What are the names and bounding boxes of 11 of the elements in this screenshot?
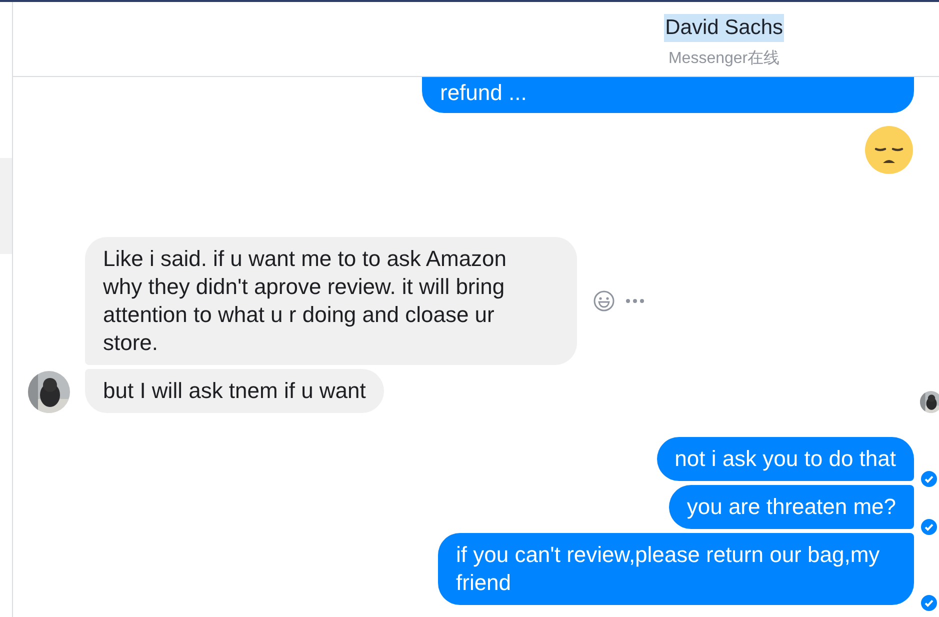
contact-name: David Sachs xyxy=(664,14,784,42)
message-bubble: refund ... xyxy=(422,77,914,113)
message-bubble: Like i said. if u want me to to ask Amazon why they didn't aprove review. it will bring attention to what u r doing and cloase ur store. xyxy=(85,237,577,365)
message-bubble: you are threaten me? xyxy=(668,485,914,529)
sad-face-icon xyxy=(864,125,914,175)
more-icon[interactable] xyxy=(625,297,645,305)
message-bubble: but I will ask tnem if u want xyxy=(85,369,384,413)
status-text: Messenger在线 xyxy=(668,48,780,69)
message-bubble: if you can't review,please return our bag,my friend xyxy=(438,533,914,605)
message-bubble: not i ask you to do that xyxy=(656,437,914,481)
smiley-icon[interactable] xyxy=(593,290,615,312)
